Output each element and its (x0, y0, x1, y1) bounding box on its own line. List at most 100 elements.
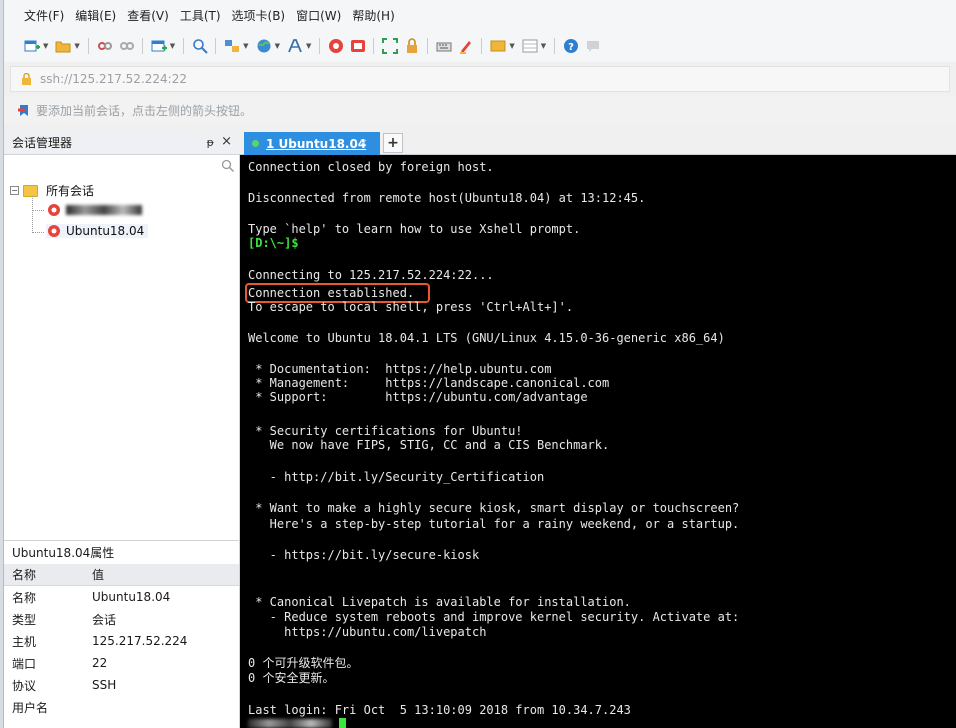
property-key: 类型 (12, 612, 37, 627)
hint-text: 要添加当前会话，点击左侧的箭头按钮。 (36, 103, 253, 118)
toolbar: ▼ ▼ ▼ ▼ ▼ ▼ ▼ ▼ ? (4, 30, 956, 62)
property-row[interactable]: 协议 SSH (4, 674, 239, 696)
terminal-prompt: [D:\~]$ (248, 236, 299, 250)
property-key: 协议 (12, 678, 37, 693)
chevron-down-icon[interactable]: ▼ (275, 42, 280, 50)
property-key: 用户名 (12, 700, 49, 715)
terminal-line: Disconnected from remote host(Ubuntu18.0… (248, 191, 646, 205)
menu-tabs[interactable]: 选项卡(B) (232, 7, 286, 24)
font-icon[interactable] (285, 36, 305, 56)
property-key: 名称 (12, 590, 37, 605)
session-item-label: Ubuntu18.04 (66, 224, 145, 238)
tree-root[interactable]: − 所有会话 (10, 182, 94, 199)
search-icon[interactable] (221, 159, 235, 173)
tab-label: 1 Ubuntu18.04 (266, 136, 367, 151)
toolbar-divider (141, 38, 143, 54)
address-text[interactable]: ssh://125.217.52.224:22 (40, 72, 187, 86)
terminal-line: https://ubuntu.com/livepatch (248, 625, 487, 639)
property-row[interactable]: 名称 Ubuntu18.04 (4, 586, 239, 608)
terminal-line: - http://bit.ly/Security_Certification (248, 470, 545, 484)
property-row[interactable]: 主机 125.217.52.224 (4, 630, 239, 652)
highlight-icon[interactable] (456, 36, 476, 56)
xshell-icon[interactable] (326, 36, 346, 56)
properties-title: Ubuntu18.04属性 (4, 540, 240, 564)
terminal-line: Type `help' to learn how to use Xshell p… (248, 222, 581, 236)
property-key: 主机 (12, 634, 37, 649)
address-bar[interactable]: ssh://125.217.52.224:22 (10, 66, 950, 92)
menu-view[interactable]: 查看(V) (127, 7, 169, 24)
bookmark-arrow-icon[interactable] (18, 104, 30, 117)
property-value: SSH (92, 678, 117, 692)
redacted-prompt (248, 719, 332, 728)
terminal-line: To escape to local shell, press 'Ctrl+Al… (248, 300, 574, 314)
toolbar-divider (183, 38, 185, 54)
session-manager-header: 会话管理器 ᵽ × (4, 131, 240, 155)
property-row[interactable]: 类型 会话 (4, 608, 239, 630)
properties-header-row: 名称 值 (4, 564, 239, 586)
compose-icon[interactable] (488, 36, 508, 56)
terminal-line: * Support: https://ubuntu.com/advantage (248, 390, 588, 404)
chevron-down-icon[interactable]: ▼ (74, 42, 79, 50)
session-tree: − 所有会话 Ubuntu18.04 (4, 155, 240, 540)
transfer-icon[interactable] (222, 36, 242, 56)
terminal-line: Last login: Fri Oct 5 13:10:09 2018 from… (248, 703, 631, 717)
property-row[interactable]: 端口 22 (4, 652, 239, 674)
toolbar-divider (481, 38, 483, 54)
property-value: 22 (92, 656, 108, 670)
menu-tools[interactable]: 工具(T) (180, 7, 221, 24)
property-value: 会话 (92, 612, 117, 627)
chevron-down-icon[interactable]: ▼ (243, 42, 248, 50)
tab-strip: 1 Ubuntu18.04 × + (240, 131, 956, 155)
terminal-line: We now have FIPS, STIG, CC and a CIS Ben… (248, 438, 610, 452)
property-row[interactable]: 用户名 (4, 696, 239, 718)
help-icon[interactable]: ? (561, 36, 581, 56)
toolbar-divider (215, 38, 217, 54)
globe-icon[interactable] (254, 36, 274, 56)
session-item-redacted[interactable] (46, 203, 142, 217)
disconnect-icon[interactable] (95, 36, 115, 56)
keyboard-icon[interactable] (434, 36, 454, 56)
terminal-cursor-line (248, 717, 347, 728)
pin-icon[interactable]: ᵽ (207, 136, 214, 149)
menu-edit[interactable]: 编辑(E) (75, 7, 116, 24)
chevron-down-icon[interactable]: ▼ (306, 42, 311, 50)
menu-help[interactable]: 帮助(H) (352, 7, 394, 24)
close-icon[interactable]: × (221, 134, 232, 149)
folder-icon (23, 184, 38, 197)
open-folder-icon[interactable] (53, 36, 73, 56)
tab-ubuntu[interactable]: 1 Ubuntu18.04 × (244, 132, 380, 155)
redacted-session-name (66, 205, 142, 215)
find-icon[interactable] (190, 36, 210, 56)
xftp-icon[interactable] (348, 36, 368, 56)
collapse-toggle-icon[interactable]: − (10, 186, 19, 195)
close-icon[interactable]: × (359, 136, 368, 149)
menu-file[interactable]: 文件(F) (24, 7, 64, 24)
terminal[interactable]: Connection closed by foreign host. Disco… (240, 155, 956, 728)
lock-icon[interactable] (402, 36, 422, 56)
session-item-ubuntu[interactable]: Ubuntu18.04 (46, 224, 149, 238)
chevron-down-icon[interactable]: ▼ (43, 42, 48, 50)
terminal-line: Connecting to 125.217.52.224:22... (248, 268, 494, 282)
toolbar-divider (427, 38, 429, 54)
chat-icon[interactable] (583, 36, 603, 56)
terminal-line: Here's a step-by-step tutorial for a rai… (248, 517, 740, 531)
terminal-line: * Documentation: https://help.ubuntu.com (248, 362, 552, 376)
chevron-down-icon[interactable]: ▼ (170, 42, 175, 50)
fullscreen-icon[interactable] (380, 36, 400, 56)
session-icon (46, 224, 62, 238)
new-tab-icon[interactable] (149, 36, 169, 56)
chevron-down-icon[interactable]: ▼ (509, 42, 514, 50)
column-header-value[interactable]: 值 (92, 566, 104, 583)
menu-window[interactable]: 窗口(W) (296, 7, 341, 24)
property-key: 端口 (12, 656, 37, 671)
column-header-name[interactable]: 名称 (4, 566, 92, 583)
menu-bar: 文件(F) 编辑(E) 查看(V) 工具(T) 选项卡(B) 窗口(W) 帮助(… (4, 0, 956, 30)
chevron-down-icon[interactable]: ▼ (541, 42, 546, 50)
reconnect-icon[interactable] (117, 36, 137, 56)
layout-icon[interactable] (520, 36, 540, 56)
toolbar-divider (373, 38, 375, 54)
session-icon (46, 203, 62, 217)
toolbar-divider (554, 38, 556, 54)
new-session-icon[interactable] (22, 36, 42, 56)
add-tab-button[interactable]: + (383, 133, 403, 153)
